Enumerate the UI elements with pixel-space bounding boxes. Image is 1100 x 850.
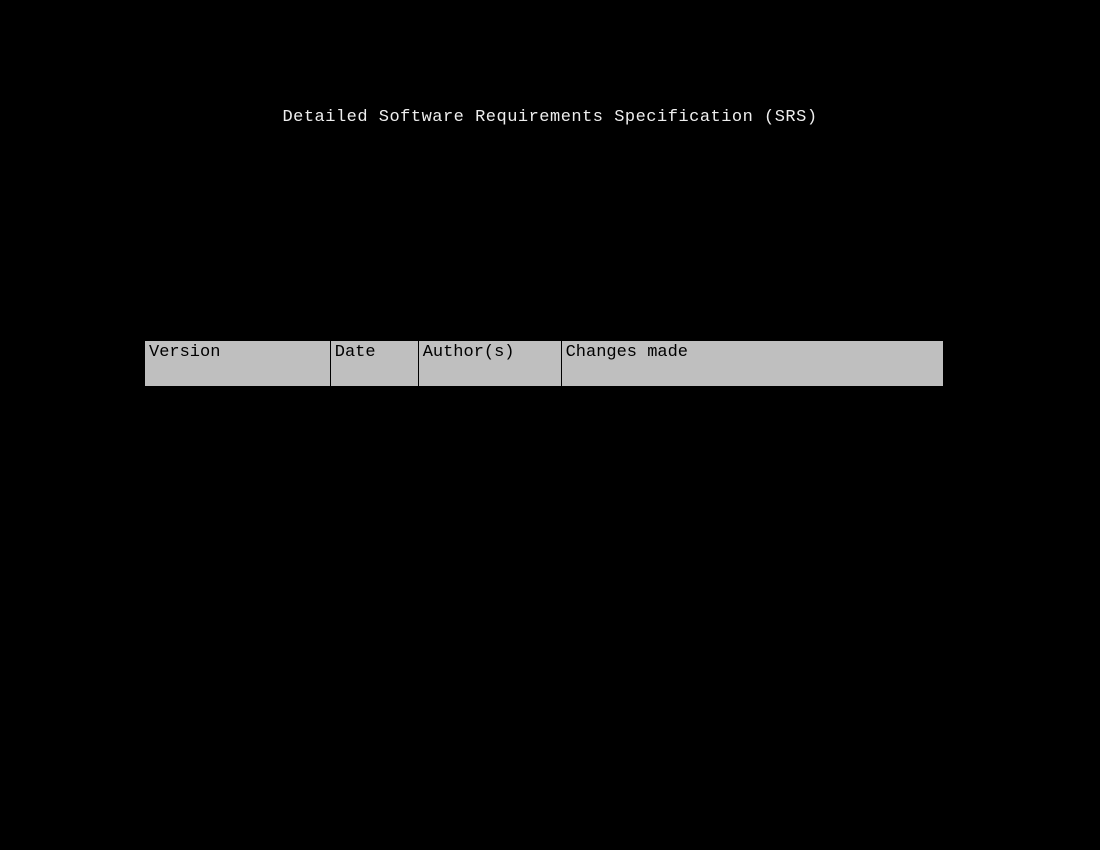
- header-version: Version: [145, 341, 331, 387]
- header-date: Date: [330, 341, 418, 387]
- document-title: Detailed Software Requirements Specifica…: [0, 108, 1100, 127]
- table-header-row: Version Date Author(s) Changes made: [145, 341, 944, 387]
- revision-table-container: Version Date Author(s) Changes made: [144, 340, 944, 387]
- revision-table: Version Date Author(s) Changes made: [144, 340, 944, 387]
- header-changes: Changes made: [561, 341, 943, 387]
- header-author: Author(s): [418, 341, 561, 387]
